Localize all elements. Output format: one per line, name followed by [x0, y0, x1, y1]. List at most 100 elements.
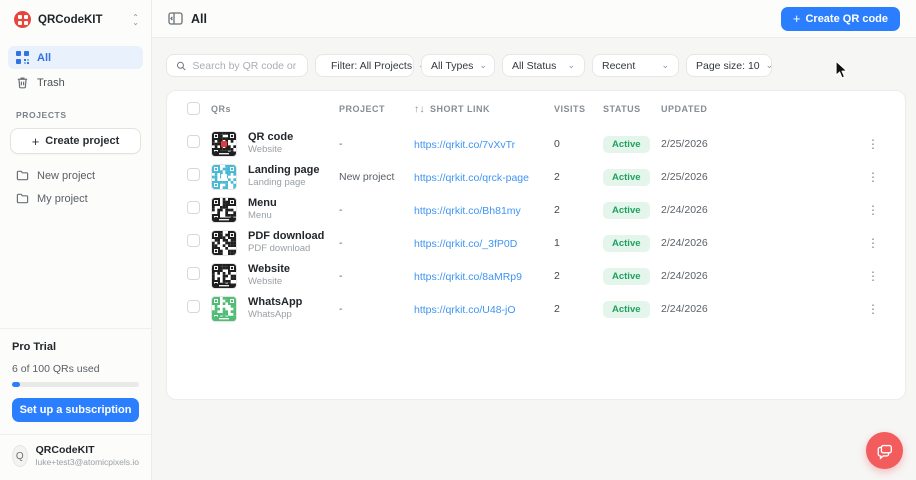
- qr-project: -: [339, 138, 414, 150]
- table-row[interactable]: Landing page Landing page New project ht…: [167, 160, 905, 193]
- qr-thumbnail: [211, 263, 237, 289]
- row-checkbox[interactable]: [187, 201, 200, 214]
- workspace-switcher[interactable]: QRCodeKIT ⌃⌄: [0, 0, 151, 38]
- table-row[interactable]: Website Website - https://qrkit.co/8aMRp…: [167, 259, 905, 292]
- qr-thumbnail: [211, 197, 237, 223]
- qr-visits: 2: [554, 270, 603, 282]
- user-avatar: Q: [12, 445, 28, 467]
- row-menu-icon[interactable]: ⋮: [861, 300, 885, 318]
- qr-name: Menu: [248, 196, 339, 210]
- row-menu-icon[interactable]: ⋮: [861, 234, 885, 252]
- qr-project: -: [339, 270, 414, 282]
- folder-icon: [16, 192, 29, 205]
- status-badge: Active: [603, 268, 650, 285]
- table-row[interactable]: QR code Website - https://qrkit.co/7vXvT…: [167, 127, 905, 160]
- row-checkbox[interactable]: [187, 234, 200, 247]
- chevron-down-icon: ⌄: [766, 60, 774, 71]
- create-qr-button[interactable]: + Create QR code: [781, 7, 900, 31]
- short-link[interactable]: https://qrkit.co/U48-jO: [414, 304, 516, 316]
- qr-name: Landing page: [248, 163, 339, 177]
- projects-section-label: PROJECTS: [0, 96, 151, 128]
- project-item-label: My project: [37, 193, 88, 205]
- chat-bubbles-icon: [876, 442, 894, 460]
- chevron-down-icon: ⌄: [567, 60, 575, 71]
- subscription-button[interactable]: Set up a subscription: [12, 398, 139, 422]
- project-item-new-project[interactable]: New project: [8, 164, 143, 187]
- short-link[interactable]: https://qrkit.co/qrck-page: [414, 172, 529, 184]
- table-row[interactable]: WhatsApp WhatsApp - https://qrkit.co/U48…: [167, 292, 905, 325]
- workspace-caret-icon[interactable]: ⌃⌄: [132, 15, 139, 25]
- status-filter-dropdown[interactable]: All Status ⌄: [502, 54, 585, 77]
- row-menu-icon[interactable]: ⋮: [861, 201, 885, 219]
- qr-type: Landing page: [248, 177, 339, 189]
- search-input[interactable]: [192, 60, 298, 72]
- status-badge: Active: [603, 235, 650, 252]
- column-header-updated: UPDATED: [661, 104, 861, 114]
- qr-updated: 2/25/2026: [661, 171, 861, 183]
- sidebar-item-label: All: [37, 52, 51, 64]
- row-menu-icon[interactable]: ⋮: [861, 267, 885, 285]
- row-checkbox[interactable]: [187, 135, 200, 148]
- user-email: luke+test3@atomicpixels.io: [36, 457, 139, 468]
- qr-thumbnail: [211, 164, 237, 190]
- usage-progress-fill: [12, 382, 20, 387]
- status-badge: Active: [603, 169, 650, 186]
- qr-name: PDF download: [248, 229, 339, 243]
- type-filter-dropdown[interactable]: All Types ⌄: [421, 54, 495, 77]
- status-badge: Active: [603, 136, 650, 153]
- filter-bar: Filter: All Projects ⌄ All Types ⌄ All S…: [166, 54, 906, 77]
- chevron-down-icon: ⌄: [479, 60, 487, 71]
- chat-widget-button[interactable]: [866, 432, 903, 469]
- sidebar: QRCodeKIT ⌃⌄ All Trash PROJECTS + Create…: [0, 0, 152, 480]
- sort-dropdown[interactable]: Recent ⌄: [592, 54, 679, 77]
- qr-type: Website: [248, 276, 339, 288]
- table-header: QRs PROJECT ↑↓ SHORT LINK VISITS STATUS …: [167, 91, 905, 127]
- row-menu-icon[interactable]: ⋮: [861, 135, 885, 153]
- row-checkbox[interactable]: [187, 300, 200, 313]
- short-link[interactable]: https://qrkit.co/_3fP0D: [414, 238, 517, 250]
- main-area: All + Create QR code Filter: All Project…: [152, 0, 916, 480]
- select-all-checkbox[interactable]: [187, 102, 200, 115]
- plus-icon: +: [32, 134, 40, 149]
- row-menu-icon[interactable]: ⋮: [861, 168, 885, 186]
- qr-type: Menu: [248, 210, 339, 222]
- row-checkbox[interactable]: [187, 267, 200, 280]
- qr-table-card: QRs PROJECT ↑↓ SHORT LINK VISITS STATUS …: [166, 90, 906, 400]
- usage-progress-bar: [12, 382, 139, 387]
- qr-visits: 0: [554, 138, 603, 150]
- qr-thumbnail: [211, 131, 237, 157]
- project-filter-dropdown[interactable]: Filter: All Projects ⌄: [315, 54, 414, 77]
- page-title: All: [191, 12, 207, 26]
- sidebar-item-trash[interactable]: Trash: [8, 71, 143, 94]
- plan-box: Pro Trial 6 of 100 QRs used Set up a sub…: [0, 328, 151, 434]
- content-area: Filter: All Projects ⌄ All Types ⌄ All S…: [152, 38, 916, 480]
- qr-grid-icon: [16, 51, 29, 64]
- row-checkbox[interactable]: [187, 168, 200, 181]
- plan-usage: 6 of 100 QRs used: [12, 363, 139, 375]
- qr-thumbnail: [211, 230, 237, 256]
- create-project-button[interactable]: + Create project: [10, 128, 141, 154]
- column-header-project: PROJECT: [339, 104, 414, 114]
- brand-logo-icon: [14, 11, 31, 28]
- short-link[interactable]: https://qrkit.co/8aMRp9: [414, 271, 522, 283]
- folder-icon: [16, 169, 29, 182]
- page-size-dropdown[interactable]: Page size: 10 ⌄: [686, 54, 772, 77]
- qr-visits: 1: [554, 237, 603, 249]
- project-item-my-project[interactable]: My project: [8, 187, 143, 210]
- sort-icon[interactable]: ↑↓: [414, 104, 425, 115]
- sidebar-toggle-icon[interactable]: [168, 11, 183, 26]
- table-row[interactable]: PDF download PDF download - https://qrki…: [167, 226, 905, 259]
- trash-icon: [16, 76, 29, 89]
- qr-updated: 2/24/2026: [661, 204, 861, 216]
- qr-type: PDF download: [248, 243, 339, 255]
- sidebar-item-all[interactable]: All: [8, 46, 143, 69]
- qr-updated: 2/25/2026: [661, 138, 861, 150]
- qr-type: WhatsApp: [248, 309, 339, 321]
- qr-updated: 2/24/2026: [661, 237, 861, 249]
- user-account[interactable]: Q QRCodeKIT luke+test3@atomicpixels.io: [0, 434, 151, 480]
- table-row[interactable]: Menu Menu - https://qrkit.co/Bh81my 2 Ac…: [167, 193, 905, 226]
- search-box[interactable]: [166, 54, 308, 77]
- short-link[interactable]: https://qrkit.co/Bh81my: [414, 205, 521, 217]
- short-link[interactable]: https://qrkit.co/7vXvTr: [414, 139, 515, 151]
- chevron-down-icon: ⌄: [661, 60, 669, 71]
